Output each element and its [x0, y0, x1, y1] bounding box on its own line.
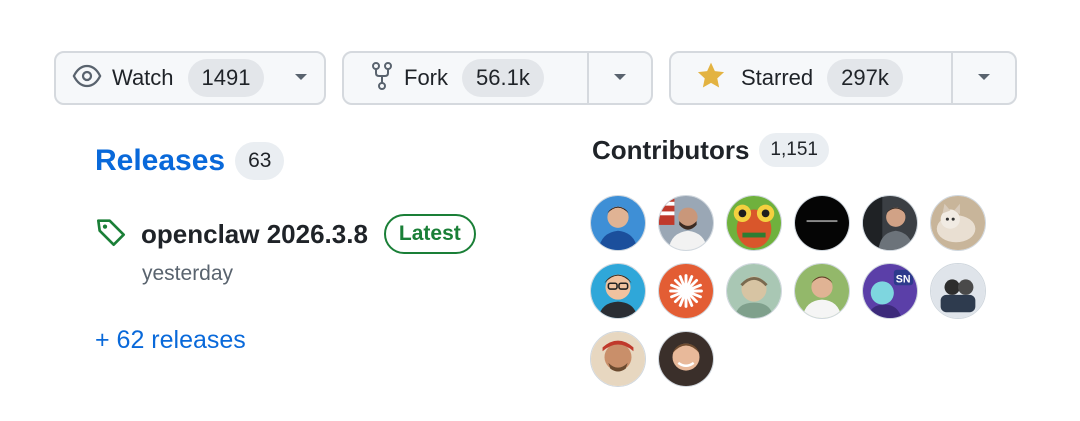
contributor-avatar[interactable]: [726, 263, 782, 319]
tag-icon: [95, 216, 127, 253]
contributor-avatar[interactable]: [590, 195, 646, 251]
latest-release: openclaw 2026.3.8 Latest: [95, 214, 476, 254]
contributor-avatar[interactable]: SN: [862, 263, 918, 319]
caret-down-icon: [294, 69, 308, 87]
contributors-count: 1,151: [759, 133, 829, 167]
latest-badge: Latest: [383, 214, 476, 254]
starred-count: 297k: [827, 59, 903, 97]
fork-count: 56.1k: [462, 59, 544, 97]
starred-dropdown[interactable]: [951, 53, 1015, 103]
contributor-avatar[interactable]: [862, 195, 918, 251]
watch-label: Watch: [112, 65, 174, 90]
releases-title-link[interactable]: Releases: [95, 144, 225, 178]
releases-count: 63: [235, 142, 285, 180]
watch-count: 1491: [187, 59, 265, 97]
caret-down-icon: [613, 69, 627, 87]
contributor-avatar[interactable]: [590, 331, 646, 387]
fork-dropdown[interactable]: [587, 53, 651, 103]
contributor-avatar[interactable]: [658, 331, 714, 387]
caret-down-icon: [977, 69, 991, 87]
watch-button[interactable]: Watch 1491: [56, 53, 280, 103]
fork-label: Fork: [404, 65, 448, 90]
contributor-avatar[interactable]: [930, 195, 986, 251]
contributor-avatar[interactable]: [930, 263, 986, 319]
releases-header: Releases 63: [95, 142, 285, 180]
watch-dropdown[interactable]: [280, 53, 324, 103]
contributors-title-link[interactable]: Contributors: [592, 135, 749, 166]
contributor-avatar[interactable]: [658, 195, 714, 251]
star-icon: [695, 60, 727, 97]
svg-text:SN: SN: [896, 273, 911, 285]
contributor-avatar[interactable]: [794, 263, 850, 319]
more-releases-link[interactable]: + 62 releases: [95, 326, 246, 355]
fork-button-group: Fork 56.1k: [342, 51, 653, 105]
starred-label: Starred: [741, 65, 814, 90]
eye-icon: [72, 61, 102, 96]
starred-button-group: Starred 297k: [669, 51, 1017, 105]
contributor-avatar[interactable]: [794, 195, 850, 251]
starred-button[interactable]: Starred 297k: [671, 53, 951, 103]
contributor-avatar[interactable]: [658, 263, 714, 319]
contributor-avatar[interactable]: [590, 263, 646, 319]
fork-button[interactable]: Fork 56.1k: [344, 53, 587, 103]
contributor-avatar[interactable]: [726, 195, 782, 251]
release-name-link[interactable]: openclaw 2026.3.8: [141, 219, 368, 250]
release-date: yesterday: [142, 262, 234, 285]
contributors-header: Contributors 1,151: [592, 133, 829, 167]
watch-button-group: Watch 1491: [54, 51, 326, 105]
fork-icon: [370, 61, 394, 96]
